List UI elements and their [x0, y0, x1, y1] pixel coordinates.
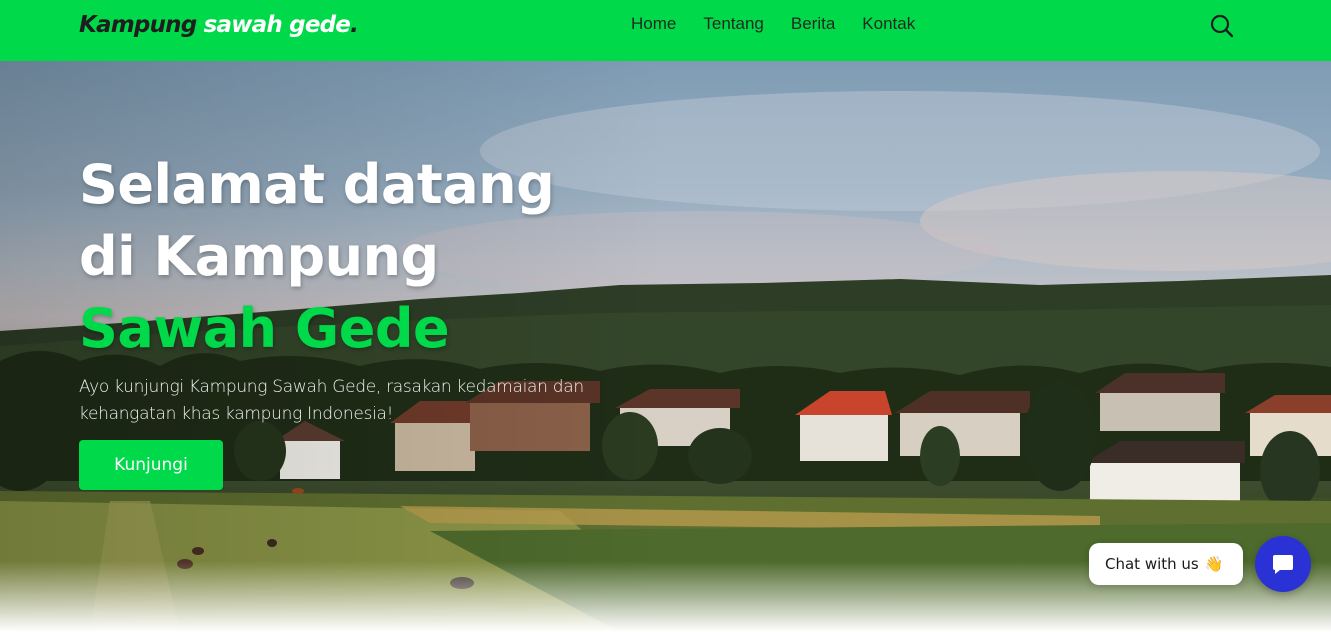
- logo-part-1: Kampung: [79, 12, 197, 38]
- chat-icon: [1273, 555, 1293, 574]
- hero-title-line-1: Selamat datang: [79, 153, 555, 216]
- chat-invite-label: Chat with us: [1105, 555, 1199, 573]
- main-nav: Home Tentang Berita Kontak: [631, 14, 915, 34]
- logo-dot: .: [350, 12, 359, 38]
- hero-title-highlight: Sawah Gede: [79, 297, 450, 360]
- visit-button[interactable]: Kunjungi: [79, 440, 223, 490]
- nav-kontak[interactable]: Kontak: [862, 14, 915, 34]
- search-button[interactable]: [1209, 13, 1235, 39]
- nav-berita[interactable]: Berita: [791, 14, 835, 34]
- chat-invite-bubble[interactable]: Chat with us 👋: [1089, 543, 1243, 585]
- nav-tentang[interactable]: Tentang: [703, 14, 764, 34]
- search-icon: [1210, 14, 1234, 38]
- waving-hand-icon: 👋: [1204, 555, 1224, 573]
- navbar: Kampung sawah gede. Home Tentang Berita …: [0, 0, 1331, 61]
- hero-subtitle: Ayo kunjungi Kampung Sawah Gede, rasakan…: [79, 377, 584, 424]
- logo-part-2: sawah gede: [203, 12, 351, 38]
- site-logo[interactable]: Kampung sawah gede.: [79, 12, 359, 38]
- nav-home[interactable]: Home: [631, 14, 676, 34]
- hero-title: Selamat datang di Kampung Sawah Gede: [79, 149, 639, 365]
- hero-title-line-2: di Kampung: [79, 225, 439, 288]
- chat-button[interactable]: [1255, 536, 1311, 592]
